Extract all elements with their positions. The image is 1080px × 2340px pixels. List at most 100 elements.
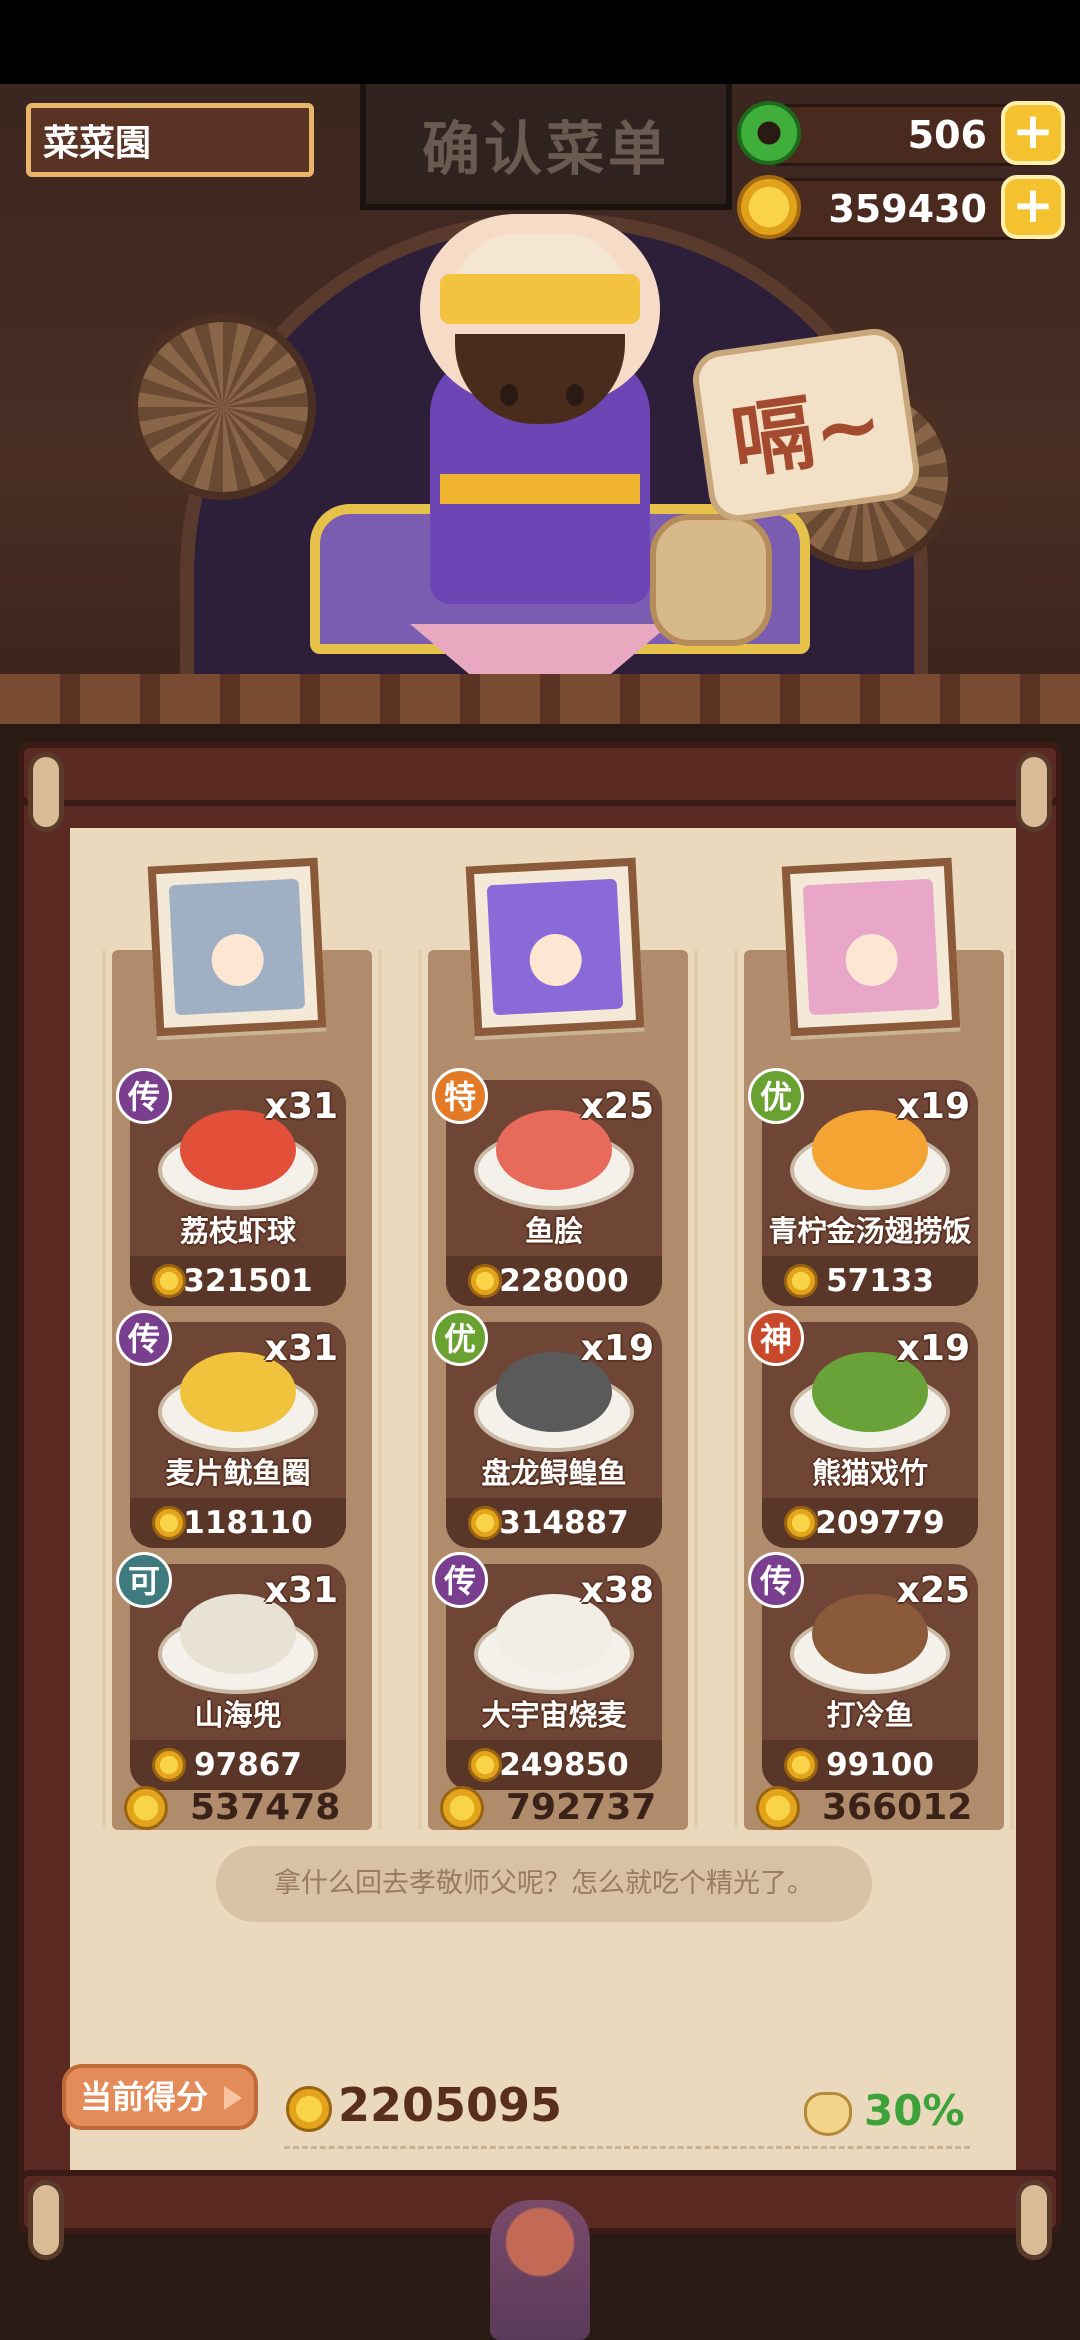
customer-belt <box>440 474 640 504</box>
dish-card[interactable]: 传 x31 麦片鱿鱼圈 118110 <box>116 1310 346 1548</box>
tassel-knot <box>490 2200 590 2340</box>
dish-card[interactable]: 特 x25 鱼脍 228000 <box>432 1068 662 1306</box>
column-total-2: 792737 <box>434 1786 694 1830</box>
coin-value: 359430 <box>828 187 987 231</box>
divider <box>284 2146 970 2149</box>
dish-count: x19 <box>896 1086 970 1127</box>
chef-avatar <box>168 878 306 1016</box>
jade-counter: 506 + <box>737 101 1065 166</box>
coin-icon <box>737 175 801 239</box>
grade-badge: 可 <box>116 1552 172 1608</box>
money-bag-icon <box>804 2091 852 2136</box>
grade-badge: 传 <box>432 1552 488 1608</box>
dish-name: 鱼脍 <box>524 1214 583 1248</box>
dish-card[interactable]: 神 x19 熊猫戏竹 209779 <box>748 1310 978 1548</box>
coin-icon <box>784 1506 818 1540</box>
dish-count: x31 <box>264 1570 338 1611</box>
dish-price: 321501 <box>130 1256 346 1306</box>
dish-card[interactable]: 优 x19 青柠金汤翅捞饭 57133 <box>748 1068 978 1306</box>
column-total-value: 537478 <box>190 1787 341 1828</box>
grade-badge: 优 <box>748 1068 804 1124</box>
column-total-value: 792737 <box>506 1787 657 1828</box>
dish-price-value: 228000 <box>499 1263 629 1299</box>
customer-crown <box>440 274 640 324</box>
coin-icon <box>124 1786 168 1830</box>
dish-card[interactable]: 可 x31 山海兜 97867 <box>116 1552 346 1790</box>
dish-count: x19 <box>580 1328 654 1369</box>
dish-name: 荔枝虾球 <box>179 1214 296 1248</box>
coin-icon <box>440 1786 484 1830</box>
rod-cap <box>28 752 64 832</box>
coin-icon <box>152 1264 186 1298</box>
dish-price: 314887 <box>446 1498 662 1548</box>
dish-name: 打冷鱼 <box>826 1698 914 1732</box>
fence <box>0 674 1080 724</box>
coin-icon <box>468 1264 502 1298</box>
chef-portrait-2[interactable] <box>465 857 645 1037</box>
column-total-value: 366012 <box>822 1787 973 1828</box>
dish-count: x31 <box>264 1328 338 1369</box>
add-jade-button[interactable]: + <box>1001 101 1065 165</box>
dish-price-value: 118110 <box>183 1505 313 1541</box>
rod-cap <box>1016 752 1052 832</box>
column-total-1: 537478 <box>118 1786 378 1830</box>
column-total-3: 366012 <box>750 1786 1010 1830</box>
dish-name: 青柠金汤翅捞饭 <box>768 1214 972 1248</box>
fan-left <box>130 314 316 500</box>
chef-avatar <box>802 878 940 1016</box>
dish-card[interactable]: 传 x31 荔枝虾球 321501 <box>116 1068 346 1306</box>
coin-icon <box>784 1748 818 1782</box>
coin-icon <box>468 1506 502 1540</box>
dish-price: 97867 <box>130 1740 346 1790</box>
dish-name: 麦片鱿鱼圈 <box>165 1456 311 1490</box>
dish-card[interactable]: 传 x25 打冷鱼 99100 <box>748 1552 978 1790</box>
customer-dialogue: 拿什么回去孝敬师父呢？怎么就吃个精光了。 <box>216 1846 872 1922</box>
dish-price-value: 249850 <box>499 1747 629 1783</box>
total-score-value: 2205095 <box>338 2078 563 2132</box>
bun-stack <box>650 514 772 646</box>
dish-price: 209779 <box>762 1498 978 1548</box>
menu-sign: 确认菜单 <box>360 84 732 210</box>
dish-price: 228000 <box>446 1256 662 1306</box>
chef-portrait-1[interactable] <box>147 857 327 1037</box>
rod-cap <box>28 2180 64 2260</box>
coin-counter: 359430 + <box>737 175 1065 240</box>
dish-count: x19 <box>896 1328 970 1369</box>
dish-price-value: 97867 <box>194 1747 302 1783</box>
coin-icon <box>756 1786 800 1830</box>
status-bar <box>0 0 1080 84</box>
coin-icon <box>286 2085 332 2132</box>
coin-icon <box>468 1748 502 1782</box>
dish-count: x25 <box>896 1570 970 1611</box>
dish-price-value: 209779 <box>815 1505 945 1541</box>
speech-bubble: 嗝~ <box>689 325 923 525</box>
grade-badge: 传 <box>116 1068 172 1124</box>
player-name: 菜菜園 <box>43 123 152 164</box>
play-arrow-icon <box>224 2086 242 2110</box>
current-score-button[interactable]: 当前得分 <box>62 2064 258 2130</box>
dish-card[interactable]: 传 x38 大宇宙烧麦 249850 <box>432 1552 662 1790</box>
dish-price-value: 57133 <box>826 1263 934 1299</box>
total-score: 2205095 <box>286 2078 562 2132</box>
dish-name: 山海兜 <box>194 1698 282 1732</box>
chef-avatar <box>486 878 624 1016</box>
grade-badge: 神 <box>748 1310 804 1366</box>
coin-icon <box>784 1264 818 1298</box>
dish-count: x31 <box>264 1086 338 1127</box>
grade-badge: 传 <box>748 1552 804 1608</box>
dish-price-value: 314887 <box>499 1505 629 1541</box>
dish-name: 盘龙鲟鳇鱼 <box>481 1456 627 1490</box>
score-label: 当前得分 <box>80 2078 209 2116</box>
add-coins-button[interactable]: + <box>1001 175 1065 239</box>
coin-icon <box>152 1748 186 1782</box>
bonus-rate: 30% <box>804 2086 965 2136</box>
dish-name: 大宇宙烧麦 <box>481 1698 627 1732</box>
chef-portrait-3[interactable] <box>781 857 961 1037</box>
dish-price: 57133 <box>762 1256 978 1306</box>
dish-count: x25 <box>580 1086 654 1127</box>
player-name-box[interactable]: 菜菜園 <box>26 103 314 177</box>
dish-name: 熊猫戏竹 <box>811 1456 928 1490</box>
dish-price-value: 99100 <box>826 1747 934 1783</box>
dish-price: 249850 <box>446 1740 662 1790</box>
dish-card[interactable]: 优 x19 盘龙鲟鳇鱼 314887 <box>432 1310 662 1548</box>
